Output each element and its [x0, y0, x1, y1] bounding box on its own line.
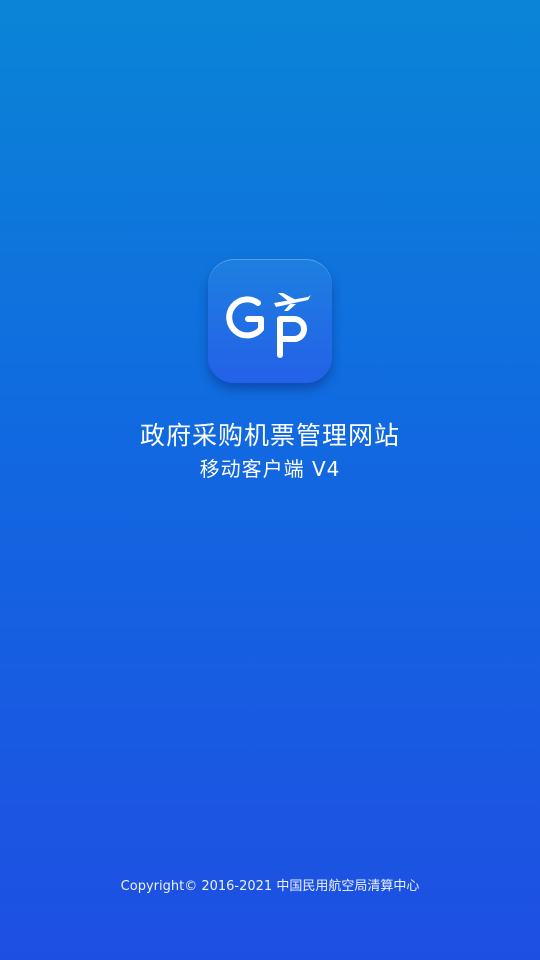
copyright-text: Copyright© 2016-2021 中国民用航空局清算中心 [120, 879, 420, 894]
app-subtitle: 移动客户端 V4 [199, 457, 341, 481]
app-title: 政府采购机票管理网站 [139, 421, 400, 450]
app-logo [208, 259, 332, 383]
gp-plane-logo-icon [226, 293, 311, 358]
